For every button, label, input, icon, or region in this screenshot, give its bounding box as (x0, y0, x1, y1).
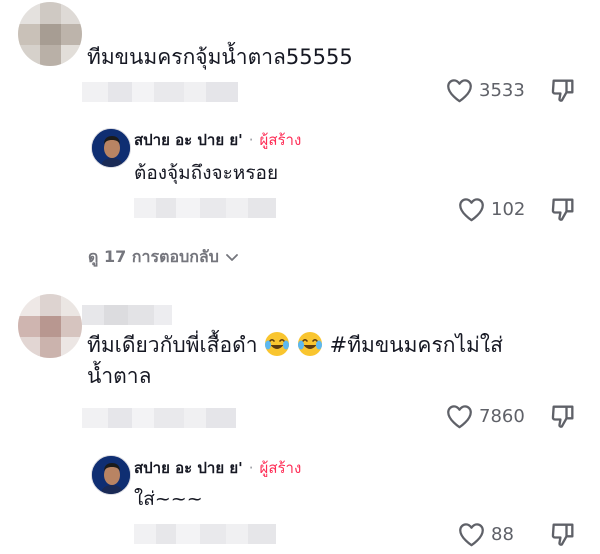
separator-dot: · (248, 459, 254, 477)
like-count: 88 (491, 524, 514, 545)
chevron-down-icon (225, 253, 238, 261)
heart-outline-icon (459, 523, 484, 547)
thumbs-down-icon[interactable] (549, 402, 577, 430)
creator-avatar[interactable] (91, 128, 131, 168)
view-replies-label: ดู 17 การตอบกลับ (88, 247, 219, 266)
comment-text-line1: ทีมเดียวกับพี่เสื้อดำ (87, 333, 258, 357)
reply-meta-blurred (134, 198, 276, 218)
comment-text: ทีมขนมครกจุ้มน้ำตาล55555 (87, 45, 353, 69)
reply-author-name[interactable]: สปาย อะ ปาย ย' (134, 128, 243, 152)
like-count: 3533 (479, 80, 525, 101)
creator-badge: ผู้สร้าง (259, 131, 302, 149)
reply-like-button[interactable]: 88 (458, 522, 514, 547)
heart-outline-icon (447, 79, 472, 103)
reply-author-row: สปาย อะ ปาย ย' · ผู้สร้าง (134, 456, 301, 480)
reply-text: ต้องจุ้มถึงจะหรอย (134, 162, 279, 184)
avatar-portrait-icon (92, 456, 130, 494)
like-button[interactable]: 3533 (446, 78, 525, 103)
view-replies-button[interactable]: ดู 17 การตอบกลับ (88, 245, 239, 270)
face-with-tears-of-joy-icon (265, 332, 290, 356)
like-count: 7860 (479, 406, 525, 427)
commenter-avatar-blurred[interactable] (18, 294, 82, 358)
reply-author-name[interactable]: สปาย อะ ปาย ย' (134, 456, 243, 480)
commenter-avatar-blurred[interactable] (18, 2, 82, 66)
hashtag-link[interactable]: #ทีมขนมครกไม่ใส่ (330, 333, 503, 357)
thumbs-down-icon[interactable] (549, 195, 577, 223)
like-button[interactable]: 7860 (446, 404, 525, 429)
commenter-name-blurred (82, 305, 172, 325)
thumbs-down-icon[interactable] (549, 520, 577, 548)
comment-text: ทีมเดียวกับพี่เสื้อดำ #ทีมขนมครกไม่ใส่ น… (87, 330, 567, 392)
reply-author-row: สปาย อะ ปาย ย' · ผู้สร้าง (134, 128, 301, 152)
reply-like-button[interactable]: 102 (458, 197, 525, 222)
comment-meta-blurred (82, 82, 238, 102)
creator-badge: ผู้สร้าง (259, 459, 302, 477)
thumbs-down-icon[interactable] (549, 76, 577, 104)
reply-meta-blurred (134, 524, 276, 544)
heart-outline-icon (459, 198, 484, 222)
separator-dot: · (248, 131, 254, 149)
comment-meta-blurred (82, 408, 236, 428)
reply-text: ใส่~~~ (134, 488, 203, 510)
avatar-portrait-icon (92, 129, 130, 167)
heart-outline-icon (447, 405, 472, 429)
comment-text-line2: น้ำตาล (87, 364, 152, 388)
like-count: 102 (491, 199, 526, 220)
creator-avatar[interactable] (91, 455, 131, 495)
face-with-tears-of-joy-icon (297, 332, 322, 356)
